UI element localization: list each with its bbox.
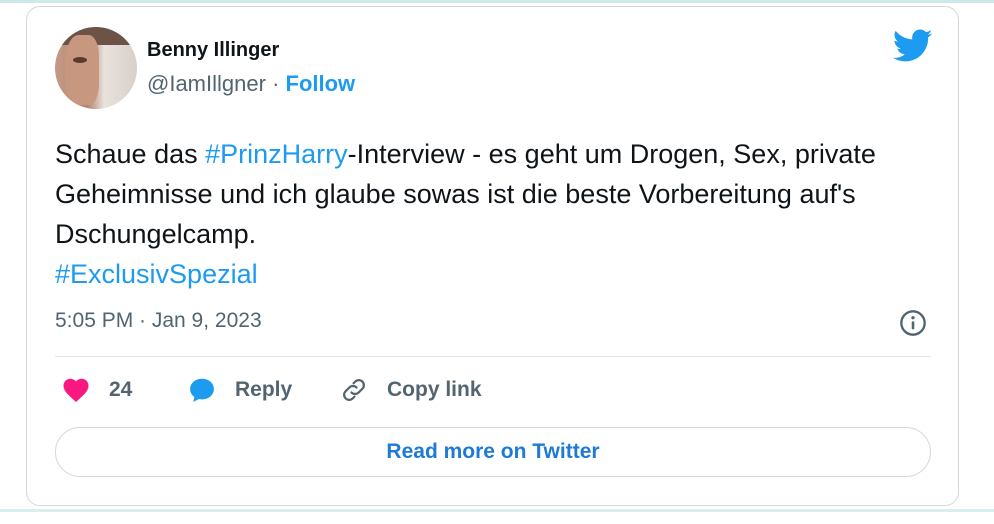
link-icon	[343, 379, 365, 401]
tweet-text-part1: Schaue das	[55, 139, 206, 169]
copy-link-label: Copy link	[387, 378, 482, 401]
author-handle-line: @IamIllgner · Follow	[147, 71, 355, 97]
reply-label: Reply	[235, 378, 293, 401]
author-name[interactable]: Benny Illinger	[147, 39, 279, 62]
divider	[55, 356, 931, 357]
handle-separator: ·	[272, 71, 280, 96]
bottom-border-line	[0, 509, 994, 512]
like-action[interactable]: 24	[61, 373, 132, 407]
hashtag-exclusivspezial[interactable]: #ExclusivSpezial	[55, 259, 258, 289]
twitter-logo-icon[interactable]	[893, 29, 933, 63]
avatar[interactable]	[55, 27, 137, 109]
author-handle[interactable]: @IamIllgner	[147, 71, 266, 96]
info-icon[interactable]	[899, 309, 927, 337]
top-border-line	[0, 0, 994, 3]
read-more-button[interactable]: Read more on Twitter	[55, 427, 931, 477]
likes-count: 24	[109, 378, 133, 401]
avatar-eye	[73, 57, 87, 63]
copy-link-button[interactable]: Copy link	[339, 373, 482, 407]
tweet-timestamp[interactable]: 5:05 PM · Jan 9, 2023	[55, 309, 262, 333]
avatar-face	[65, 35, 99, 105]
tweet-card: Benny Illinger @IamIllgner · Follow Scha…	[26, 6, 959, 506]
reply-bubble-icon	[190, 378, 214, 402]
reply-button[interactable]: Reply	[187, 373, 292, 407]
heart-icon	[63, 378, 89, 402]
follow-button[interactable]: Follow	[286, 71, 356, 96]
tweet-text: Schaue das #PrinzHarry-Interview - es ge…	[55, 134, 915, 294]
hashtag-prinzharry[interactable]: #PrinzHarry	[205, 139, 348, 169]
